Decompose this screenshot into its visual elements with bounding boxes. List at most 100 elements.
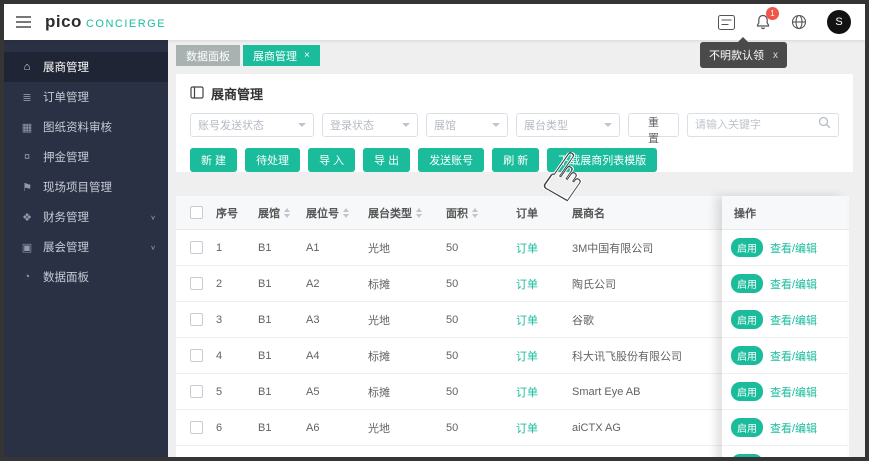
app-window: pico CONCIERGE 1 S 不明款认领 x ⌂ 展商管理 ≣ 订单管理… [4,4,865,457]
sidebar-item-exhibitor-management[interactable]: ⌂ 展商管理 [4,52,168,82]
order-link[interactable]: 订单 [516,312,538,328]
filter-select-1[interactable]: 登录状态 [322,113,418,137]
cell-booth: A2 [306,277,320,290]
enable-toggle-button[interactable]: 启用 [731,454,763,457]
cell-hall: B1 [258,349,272,362]
sort-carets-icon[interactable] [284,207,290,218]
notifications-bell-icon[interactable]: 1 [755,7,779,30]
filter-select-2[interactable]: 展馆 [426,113,508,137]
sidebar-nav: ⌂ 展商管理 ≣ 订单管理 ▦ 图纸资料审核 ¤ 押金管理 ⚑ 现场项目管理 ❖ 财务管理 ∨ ▣ 展会管理… [4,52,168,292]
sort-carets-icon[interactable] [472,207,478,218]
row-checkbox[interactable] [190,313,203,326]
avatar[interactable]: S [827,10,851,34]
cell-booth: A3 [306,313,320,326]
column-header[interactable]: 展馆 [252,205,300,221]
tab-exhibitor-management[interactable]: 展商管理 × [243,45,320,66]
booth-icon [190,85,204,102]
order-link[interactable]: 订单 [516,276,538,292]
enable-toggle-button[interactable]: 启用 [731,346,763,365]
view-edit-link[interactable]: 查看/编辑 [770,384,817,400]
enable-toggle-button[interactable]: 启用 [731,418,763,437]
exhibition-icon: ▣ [21,241,33,254]
sidebar-item-deposit-management[interactable]: ¤ 押金管理 [4,142,168,172]
sort-carets-icon[interactable] [343,207,349,218]
cell-hall: B1 [258,241,272,254]
sidebar-item-label: 押金管理 [43,152,89,164]
sidebar-item-finance-management[interactable]: ❖ 财务管理 ∨ [4,202,168,232]
select-all-checkbox[interactable] [190,206,203,219]
order-link[interactable]: 订单 [516,348,538,364]
view-edit-link[interactable]: 查看/编辑 [770,312,817,328]
search-input[interactable] [695,119,818,131]
header-right: 1 S [718,7,851,34]
view-edit-link[interactable]: 查看/编辑 [770,348,817,364]
search-icon[interactable] [818,116,831,134]
deposit-icon: ¤ [23,151,31,163]
sidebar-item-order-management[interactable]: ≣ 订单管理 [4,82,168,112]
action-button-4[interactable]: 发送账号 [418,148,485,172]
view-edit-link[interactable]: 查看/编辑 [770,276,817,292]
close-icon[interactable]: × [304,50,310,61]
view-edit-link[interactable]: 查看/编辑 [770,456,817,458]
action-button-1[interactable]: 待处理 [245,148,301,172]
cell-area: 50 [446,385,459,398]
row-checkbox[interactable] [190,349,203,362]
order-link[interactable]: 订单 [516,384,538,400]
tab-data-dashboard[interactable]: 数据面板 [176,45,240,66]
enable-toggle-button[interactable]: 启用 [731,274,763,293]
cell-type: 标摊 [368,278,390,291]
drawings-icon: ▦ [21,121,33,134]
action-button-2[interactable]: 导 入 [308,148,356,172]
menu-toggle-icon[interactable] [16,16,31,28]
filter-placeholder: 展馆 [434,120,456,132]
sidebar-item-label: 图纸资料审核 [43,122,112,134]
sidebar-item-onsite-project-management[interactable]: ⚑ 现场项目管理 [4,172,168,202]
tooltip-close-button[interactable]: x [773,50,778,61]
action-button-0[interactable]: 新 建 [190,148,238,172]
filter-placeholder: 登录状态 [330,120,374,132]
row-checkbox[interactable] [190,241,203,254]
column-header[interactable]: 展台类型 [362,205,440,221]
enable-toggle-button[interactable]: 启用 [731,382,763,401]
order-link[interactable]: 订单 [516,420,538,436]
cell-booth: A4 [306,349,320,362]
filter-row: 账号发送状态 登录状态 展馆 展台类型 重 置 [190,113,839,145]
sidebar-item-drawing-review[interactable]: ▦ 图纸资料审核 [4,112,168,142]
column-header[interactable]: 展位号 [300,205,362,221]
sort-carets-icon[interactable] [416,207,422,218]
row-checkbox[interactable] [190,277,203,290]
cell-company: 上海艾拉比智能科技有... [566,456,716,458]
view-edit-link[interactable]: 查看/编辑 [770,240,817,256]
sidebar-item-exhibition-management[interactable]: ▣ 展会管理 ∨ [4,232,168,262]
column-header: 订单 [516,207,538,220]
sidebar-item-data-dashboard[interactable]: ◔ 数据面板 [4,262,168,292]
language-globe-icon[interactable] [791,14,807,30]
operation-row: 启用查看/编辑 [722,338,846,374]
enable-toggle-button[interactable]: 启用 [731,238,763,257]
reset-button[interactable]: 重 置 [628,113,679,145]
order-list-icon: ≣ [22,91,32,104]
cell-area: 50 [446,241,459,254]
logo-pico: pico [45,12,82,31]
cell-order: 订单 [510,276,566,292]
workspace-card-icon[interactable] [718,14,735,30]
filter-select-0[interactable]: 账号发送状态 [190,113,314,137]
cell-type: 光地 [368,314,390,327]
row-checkbox[interactable] [190,421,203,434]
page-title: 展商管理 [211,87,264,102]
order-link[interactable]: 订单 [516,240,538,256]
column-header[interactable]: 面积 [440,205,510,221]
enable-toggle-button[interactable]: 启用 [731,310,763,329]
row-checkbox[interactable] [190,385,203,398]
filter-placeholder: 展台类型 [524,120,568,132]
cell-area: 50 [446,277,459,290]
action-button-3[interactable]: 导 出 [363,148,411,172]
cell-company: 3M中国有限公司 [572,242,654,255]
cell-index: 2 [216,277,223,290]
column-header: 展商名 [572,207,605,220]
view-edit-link[interactable]: 查看/编辑 [770,420,817,436]
sidebar-item-label: 数据面板 [43,272,89,284]
filter-select-3[interactable]: 展台类型 [516,113,620,137]
sidebar-item-label: 财务管理 [43,212,89,224]
cell-hall: B1 [258,313,272,326]
